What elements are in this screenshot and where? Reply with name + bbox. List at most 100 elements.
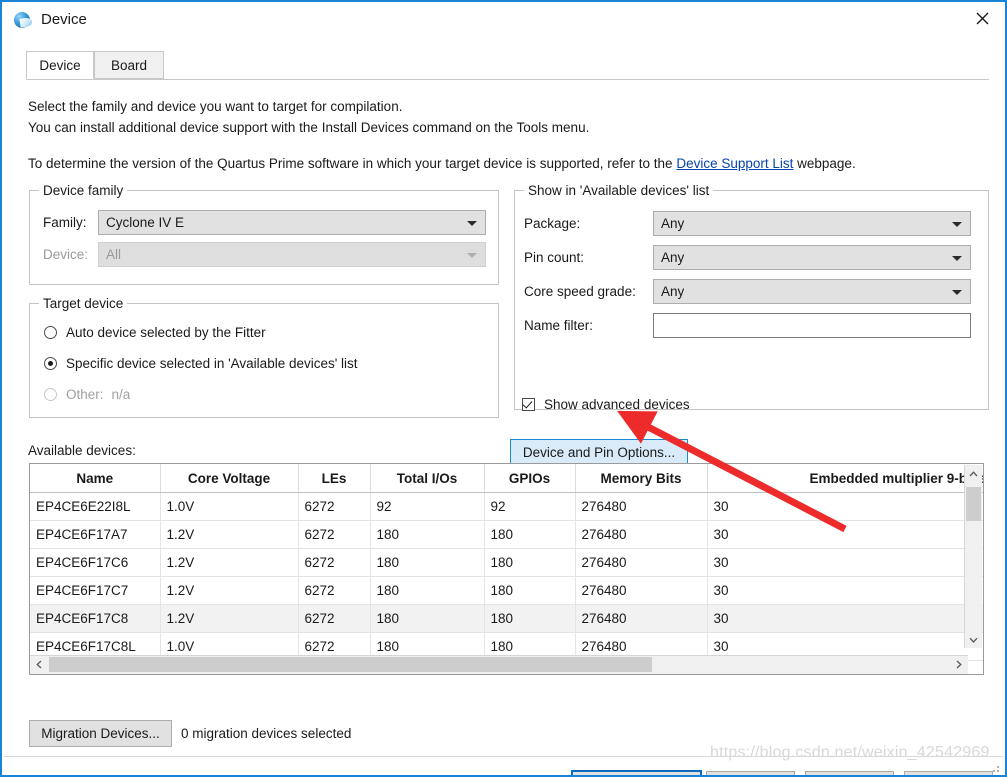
table-cell: 180 [370,520,485,549]
dialog-client-area: Device Board Select the family and devic… [4,37,1003,775]
table-cell: 276480 [575,492,708,521]
pin-count-combobox[interactable]: Any [653,245,971,270]
tab-board[interactable]: Board [94,51,164,79]
core-speed-grade-label: Core speed grade: [524,284,636,299]
footer-divider [4,756,1003,757]
table-column-header[interactable]: LEs [298,464,371,493]
family-label: Family: [43,215,87,230]
chevron-down-icon [952,221,962,227]
device-combobox: All [98,242,486,267]
package-combobox[interactable]: Any [653,211,971,236]
table-column-header[interactable]: Total I/Os [370,464,485,493]
migration-devices-label: Migration Devices... [41,726,160,741]
scroll-left-icon[interactable] [30,656,48,673]
table-cell: 1.2V [160,604,299,633]
table-cell: 276480 [575,548,708,577]
window-title: Device [41,11,87,28]
table-column-header[interactable]: Memory Bits [575,464,708,493]
ok-button[interactable]: OK [706,771,795,775]
show-available-devices-group: Show in 'Available devices' list Package… [514,183,989,410]
device-dialog-window: Device Device Board Select the family an… [0,0,1007,777]
table-header-row: Name Core Voltage LEs Total I/Os GPIOs Memory… [30,464,983,493]
scroll-up-icon[interactable] [965,465,982,482]
table-row[interactable]: EP4CE6F17C8 1.2V 6272 180 180 276480 30 [30,604,983,633]
table-column-header[interactable]: GPIOs [484,464,576,493]
title-bar: Device [2,2,1005,37]
migration-devices-button[interactable]: Migration Devices... [29,720,172,747]
table-cell: 180 [484,548,576,577]
table-cell: 276480 [575,576,708,605]
table-cell: 30 [707,604,983,633]
show-available-devices-group-title: Show in 'Available devices' list [524,183,714,198]
table-cell: 1.2V [160,576,299,605]
buy-software-button[interactable]: Buy Software [571,770,702,775]
radio-auto-device-label: Auto device selected by the Fitter [66,325,266,340]
available-devices-table: Name Core Voltage LEs Total I/Os GPIOs Memory… [30,464,983,661]
table-cell: 92 [484,492,576,521]
radio-auto-device[interactable]: Auto device selected by the Fitter [44,325,266,340]
table-cell: EP4CE6F17C7 [30,576,161,605]
device-support-list-link[interactable]: Device Support List [676,156,793,171]
table-cell: 180 [370,576,485,605]
scroll-down-icon[interactable] [965,631,982,648]
name-filter-input[interactable] [653,313,971,338]
table-column-header[interactable]: Core Voltage [160,464,299,493]
radio-button-icon [44,326,57,339]
show-advanced-devices-checkbox[interactable]: Show advanced devices [522,397,690,412]
table-cell: 276480 [575,604,708,633]
table-cell: 30 [707,576,983,605]
help-button[interactable]: Help [904,771,993,775]
device-and-pin-options-button[interactable]: Device and Pin Options... [510,439,688,465]
table-row[interactable]: EP4CE6F17C6 1.2V 6272 180 180 276480 30 [30,548,983,577]
target-device-group: Target device Auto device selected by th… [29,296,499,418]
device-label: Device: [43,247,89,262]
radio-other-device-value: n/a [111,387,131,402]
table-column-header[interactable]: Name [30,464,161,493]
close-icon[interactable] [959,2,1005,35]
table-row[interactable]: EP4CE6E22I8L 1.0V 6272 92 92 276480 30 [30,492,983,521]
table-cell: 276480 [575,520,708,549]
horizontal-scrollbar[interactable] [30,655,968,674]
chevron-down-icon [952,255,962,261]
migration-status-text: 0 migration devices selected [181,726,352,741]
table-cell: EP4CE6F17A7 [30,520,161,549]
table-cell: 6272 [298,492,371,521]
horizontal-scrollbar-thumb[interactable] [49,657,652,672]
show-advanced-devices-label: Show advanced devices [544,397,690,412]
tab-device-label: Device [39,57,81,73]
tab-device[interactable]: Device [26,51,94,79]
table-row[interactable]: EP4CE6F17A7 1.2V 6272 180 180 276480 30 [30,520,983,549]
description-line-3-prefix: To determine the version of the Quartus … [28,156,677,171]
name-filter-label: Name filter: [524,318,594,333]
device-family-group: Device family Family: Cyclone IV E Devic… [29,183,499,285]
radio-specific-device[interactable]: Specific device selected in 'Available d… [44,356,358,371]
chevron-down-icon [952,289,962,295]
table-cell: 30 [707,548,983,577]
core-speed-grade-combobox-value: Any [661,284,685,299]
target-device-group-title: Target device [39,296,128,311]
table-cell: 6272 [298,604,371,633]
core-speed-grade-combobox[interactable]: Any [653,279,971,304]
quartus-device-icon [14,11,33,29]
pin-count-label: Pin count: [524,250,585,265]
scroll-right-icon[interactable] [950,656,968,673]
family-combobox[interactable]: Cyclone IV E [98,210,486,235]
radio-button-icon [44,357,57,370]
vertical-scrollbar[interactable] [964,465,982,648]
chevron-down-icon [467,220,477,226]
table-cell: 1.2V [160,548,299,577]
table-cell: EP4CE6F17C6 [30,548,161,577]
table-row[interactable]: EP4CE6F17C7 1.2V 6272 180 180 276480 30 [30,576,983,605]
table-cell: 180 [370,604,485,633]
family-combobox-value: Cyclone IV E [106,215,185,230]
cancel-button[interactable]: Cancel [805,771,894,775]
radio-specific-device-label: Specific device selected in 'Available d… [66,356,358,371]
pin-count-combobox-value: Any [661,250,685,265]
package-combobox-value: Any [661,216,685,231]
vertical-scrollbar-thumb[interactable] [966,487,981,521]
table-column-header[interactable]: Embedded multiplier 9-bit elements [707,464,983,493]
resize-grip[interactable] [989,762,999,772]
description-line-1: Select the family and device you want to… [28,99,403,114]
table-cell: 6272 [298,548,371,577]
table-cell: 180 [484,576,576,605]
